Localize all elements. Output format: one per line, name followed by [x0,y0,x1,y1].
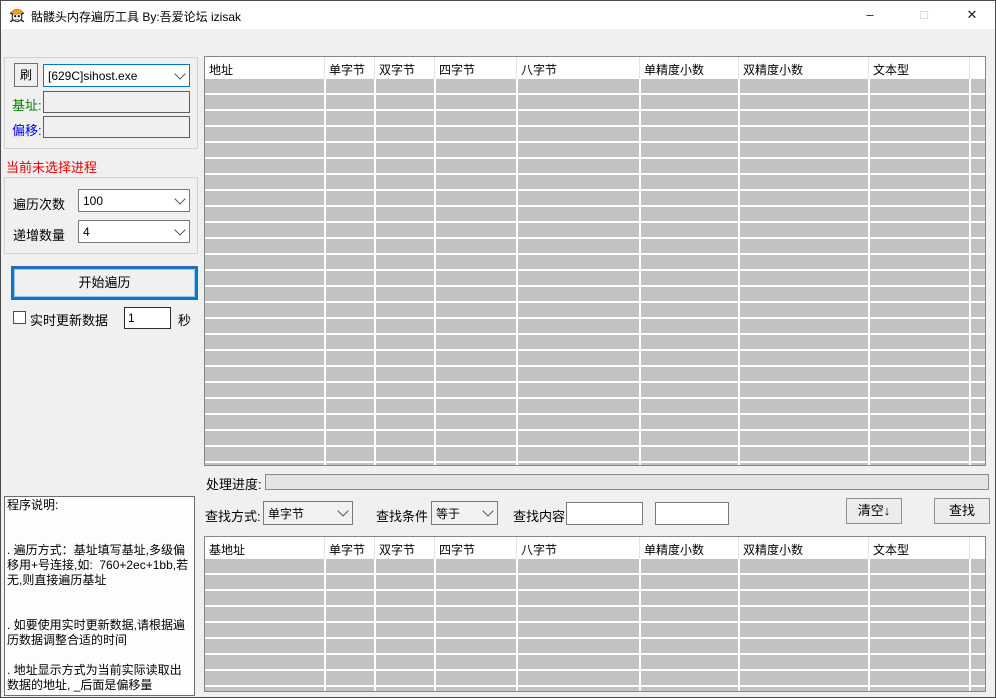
column-separator [434,79,436,465]
minimize-button[interactable]: – [847,1,893,29]
realtime-interval-input[interactable] [124,307,171,329]
iterations-value: 100 [83,194,103,208]
column-separator [516,559,518,691]
offset-input[interactable] [43,116,190,138]
column-separator [868,559,870,691]
column-separator [324,79,326,465]
column-separator [516,79,518,465]
column-separator [639,79,641,465]
skull-straw-hat-icon [8,6,26,24]
chevron-down-icon [174,68,185,79]
column-separator [969,559,971,691]
column-header[interactable]: 八字节 [517,537,640,559]
tab-strip: 内存遍历 待添加 待添加 [1,29,995,53]
increment-select[interactable]: 4 [78,220,190,243]
memory-results-body[interactable] [205,79,985,465]
column-header[interactable]: 地址 [205,57,325,79]
search-condition-label: 查找条件 [376,506,428,525]
search-mode-select[interactable]: 单字节 [263,501,353,525]
increment-label: 递增数量 [13,225,65,244]
column-separator [969,79,971,465]
process-status-text: 当前未选择进程 [6,157,97,176]
title-bar[interactable]: 骷髅头内存遍历工具 By:吾爱论坛 izisak – □ ✕ [1,1,995,29]
column-separator [868,79,870,465]
clear-results-button[interactable]: 清空↓ [846,498,902,524]
iterations-select[interactable]: 100 [78,189,190,212]
memory-results-table: 地址单字节双字节四字节八字节单精度小数双精度小数文本型 [204,56,986,466]
iterations-label: 遍历次数 [13,194,65,213]
column-header[interactable]: 双精度小数 [739,57,869,79]
column-header[interactable]: 单字节 [325,57,375,79]
search-content-label: 查找内容 [513,506,565,525]
column-header-filler [970,537,985,559]
process-select[interactable]: [629C]sihost.exe [43,64,190,87]
app-window: 骷髅头内存遍历工具 By:吾爱论坛 izisak – □ ✕ 内存遍历 待添加 … [0,0,996,698]
column-header[interactable]: 四字节 [435,57,517,79]
program-notes: 程序说明: . 遍历方式：基址填写基址,多级偏移用+号连接,如: 760+2ec… [4,496,195,696]
column-header[interactable]: 基地址 [205,537,325,559]
column-header[interactable]: 文本型 [869,57,970,79]
chevron-down-icon [174,193,185,204]
search-results-header-row: 基地址单字节双字节四字节八字节单精度小数双精度小数文本型 [205,537,985,559]
column-header[interactable]: 单精度小数 [640,537,739,559]
window-title: 骷髅头内存遍历工具 By:吾爱论坛 izisak [31,8,241,25]
search-content-input[interactable] [566,502,643,525]
column-header[interactable]: 单字节 [325,537,375,559]
column-separator [374,79,376,465]
chevron-down-icon [482,505,493,516]
realtime-update-checkbox[interactable] [13,311,26,324]
column-separator [738,559,740,691]
column-header[interactable]: 文本型 [869,537,970,559]
process-select-value: [629C]sihost.exe [48,69,137,83]
column-header[interactable]: 单精度小数 [640,57,739,79]
search-content-input-2[interactable] [655,502,729,525]
maximize-button: □ [901,1,947,29]
chevron-down-icon [337,505,348,516]
realtime-update-label: 实时更新数据 [30,310,108,329]
search-condition-value: 等于 [436,505,460,522]
column-header[interactable]: 双字节 [375,537,435,559]
column-header[interactable]: 双精度小数 [739,537,869,559]
column-separator [374,559,376,691]
base-address-label: 基址: [12,95,42,114]
search-condition-select[interactable]: 等于 [431,501,498,525]
chevron-down-icon [174,224,185,235]
increment-value: 4 [83,225,90,239]
search-results-table: 基地址单字节双字节四字节八字节单精度小数双精度小数文本型 [204,536,986,692]
column-header-filler [970,57,985,79]
memory-results-header-row: 地址单字节双字节四字节八字节单精度小数双精度小数文本型 [205,57,985,79]
close-button[interactable]: ✕ [949,1,995,29]
offset-label: 偏移: [12,120,42,139]
column-header[interactable]: 四字节 [435,537,517,559]
search-mode-value: 单字节 [268,505,304,522]
column-separator [324,559,326,691]
seconds-label: 秒 [178,310,191,329]
progress-bar [265,474,989,490]
column-header[interactable]: 双字节 [375,57,435,79]
column-header[interactable]: 八字节 [517,57,640,79]
search-results-body[interactable] [205,559,985,691]
search-mode-label: 查找方式: [205,506,261,525]
start-traverse-button[interactable]: 开始遍历 [12,267,197,299]
column-separator [639,559,641,691]
column-separator [738,79,740,465]
progress-label: 处理进度: [206,474,262,493]
base-address-input[interactable] [43,91,190,113]
find-button[interactable]: 查找 [934,498,990,524]
refresh-process-button[interactable]: 刷 [14,63,38,87]
column-separator [434,559,436,691]
